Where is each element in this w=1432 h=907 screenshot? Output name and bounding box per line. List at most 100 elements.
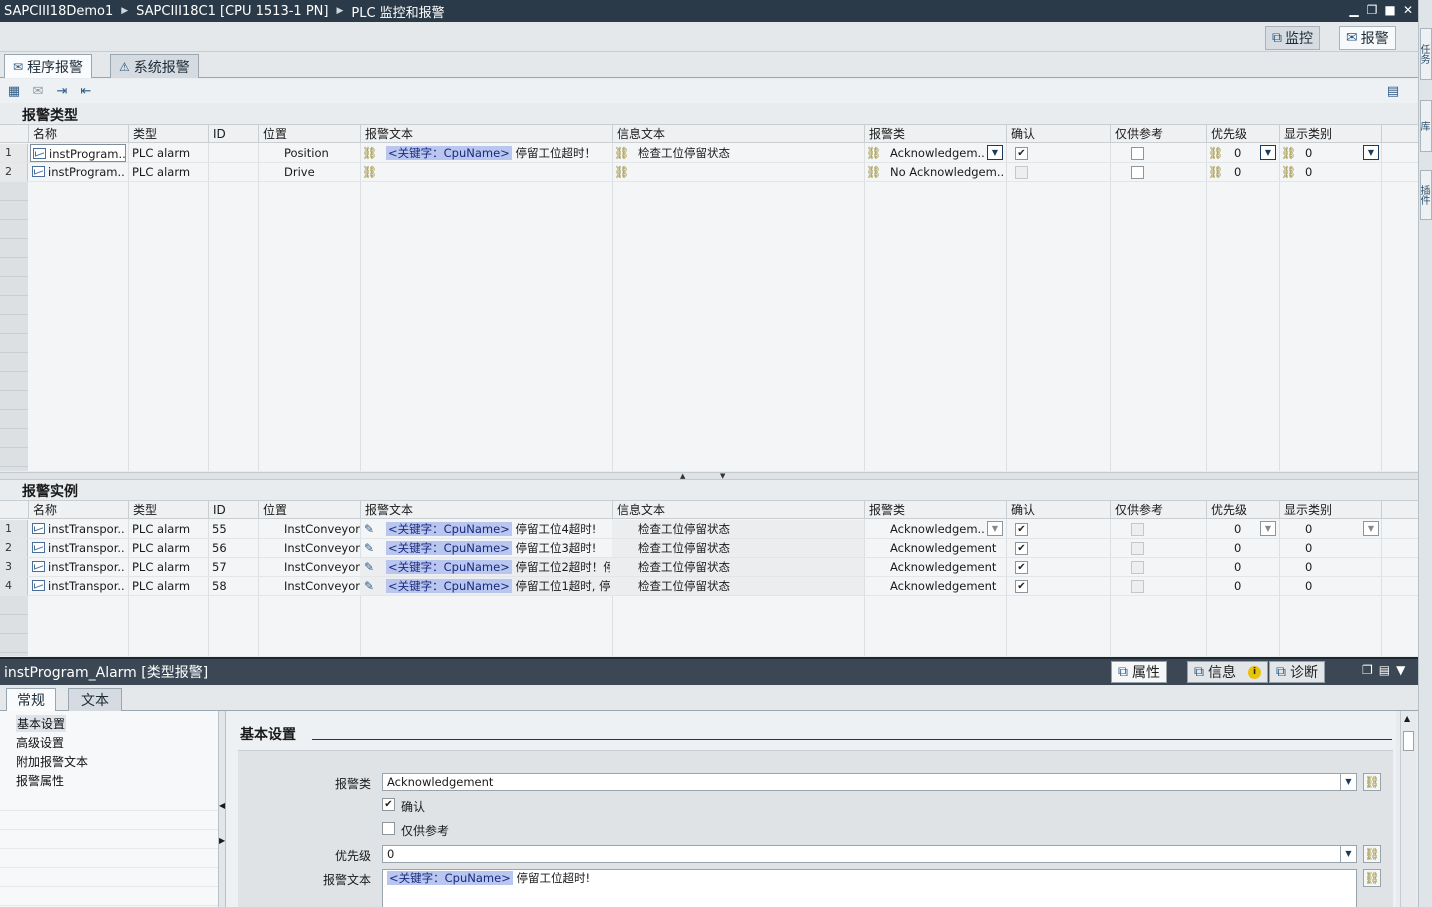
link-icon[interactable]: ⛓ <box>1208 146 1223 160</box>
name-cell[interactable]: instTranspor... <box>30 558 126 576</box>
ack-checkbox[interactable]: ✔ <box>1015 147 1028 160</box>
col-id[interactable]: ID <box>208 125 258 143</box>
chevron-down-icon[interactable]: ▼ <box>1396 663 1405 677</box>
restore-icon[interactable]: ❐ <box>1364 1 1380 19</box>
link-icon[interactable]: ⛓ <box>614 165 629 179</box>
link-icon[interactable]: ⛓ <box>1363 773 1381 791</box>
alarm-text-cell[interactable]: <关键字：CpuName> 停留工位3超时! <box>386 539 610 557</box>
nav-alarm-attributes[interactable]: 报警属性 <box>16 772 64 789</box>
ack-checkbox[interactable]: ✔ <box>1015 580 1028 593</box>
link-icon[interactable]: ⛓ <box>866 146 881 160</box>
chevron-up-icon[interactable]: ▲ <box>1404 714 1410 723</box>
col-alarm-text[interactable]: 报警文本 <box>360 125 612 143</box>
nav-advanced-settings[interactable]: 高级设置 <box>16 734 64 751</box>
chevron-right-icon[interactable]: ▶ <box>219 836 225 845</box>
name-cell[interactable]: instTranspor... <box>30 577 126 595</box>
alarm-text-cell[interactable]: <关键字：CpuName> 停留工位4超时! <box>386 520 610 538</box>
alarm-text-cell[interactable]: <关键字：CpuName> 停留工位1超时, 停留 <box>386 577 610 595</box>
link-icon[interactable]: ⛓ <box>1208 165 1223 179</box>
chevron-down-icon[interactable]: ▼ <box>1363 145 1379 160</box>
tab-program-alarms[interactable]: ✉ 程序报警 <box>4 54 93 78</box>
link-icon[interactable]: ⛓ <box>1363 869 1381 887</box>
tab-info[interactable]: ⧉ 信息 i <box>1187 661 1268 683</box>
properties-scrollbar[interactable]: ▲ <box>1400 711 1416 907</box>
chevron-down-icon[interactable]: ▼ <box>1340 774 1356 790</box>
priority-select[interactable]: 0 ▼ <box>382 845 1357 863</box>
edit-text-icon[interactable]: ✎ <box>362 541 376 555</box>
name-cell[interactable]: instProgram... <box>30 163 126 181</box>
link-icon[interactable]: ⛓ <box>362 146 377 160</box>
table-row[interactable]: 4 instTranspor... PLC alarm 58 InstConve… <box>0 577 1418 596</box>
alarm-class-select[interactable]: Acknowledgement ▼ <box>382 773 1357 791</box>
tab-texts[interactable]: 文本 <box>68 688 122 711</box>
col-ack[interactable]: 确认 <box>1006 125 1110 143</box>
nav-scrollbar[interactable]: ◀ ▶ <box>219 711 226 907</box>
tab-system-alarms[interactable]: ⚠ 系统报警 <box>110 54 199 78</box>
layout-icon[interactable]: ▤ <box>1384 82 1402 100</box>
collapse-up-icon[interactable]: ▲ <box>680 472 685 480</box>
col-ack[interactable]: 确认 <box>1006 501 1110 519</box>
scroll-thumb[interactable] <box>1403 731 1414 751</box>
col-location[interactable]: 位置 <box>258 501 360 519</box>
link-icon[interactable]: ⛓ <box>362 165 377 179</box>
import-icon[interactable]: ⇤ <box>77 82 95 100</box>
alarm-text-cell[interactable]: <关键字：CpuName> 停留工位2超时！停留 <box>386 558 610 576</box>
col-location[interactable]: 位置 <box>258 125 360 143</box>
tab-general[interactable]: 常规 <box>6 688 56 711</box>
breadcrumb-project[interactable]: SAPCIII18Demo1 <box>4 4 113 19</box>
col-reference[interactable]: 仅供参考 <box>1110 125 1206 143</box>
tab-monitor[interactable]: ⧉ 监控 <box>1265 26 1320 50</box>
restore-icon[interactable]: ❐ <box>1362 663 1373 677</box>
tab-alarms[interactable]: ✉ 报警 <box>1339 26 1396 50</box>
col-name[interactable]: 名称 <box>28 501 128 519</box>
chevron-left-icon[interactable]: ◀ <box>219 801 225 810</box>
ack-checkbox[interactable]: ✔ <box>1015 523 1028 536</box>
name-cell[interactable]: instProgram... <box>30 144 126 162</box>
reference-checkbox[interactable] <box>1131 561 1144 574</box>
chevron-down-icon[interactable]: ▼ <box>1340 846 1356 862</box>
minimize-icon[interactable]: ▁ <box>1346 1 1362 19</box>
ack-checkbox[interactable]: ✔ <box>1015 561 1028 574</box>
col-alarm-class[interactable]: 报警类 <box>864 501 1006 519</box>
table-row[interactable]: 2 instProgram... PLC alarm Drive ⛓ ⛓ ⛓ N… <box>0 163 1418 182</box>
ack-checkbox[interactable]: ✔ <box>1015 542 1028 555</box>
close-icon[interactable]: ✕ <box>1400 1 1416 19</box>
maximize-icon[interactable]: ■ <box>1382 1 1398 19</box>
hex-display-icon[interactable]: ▦ <box>5 82 23 100</box>
tab-tasks[interactable]: 任务 <box>1418 28 1432 80</box>
reference-checkbox[interactable] <box>1131 147 1144 160</box>
col-alarm-text[interactable]: 报警文本 <box>360 501 612 519</box>
col-info-text[interactable]: 信息文本 <box>612 125 864 143</box>
nav-additional-texts[interactable]: 附加报警文本 <box>16 753 88 770</box>
chevron-down-icon[interactable]: ▼ <box>1363 521 1379 536</box>
tab-diagnostics[interactable]: ⧉ 诊断 <box>1269 661 1325 683</box>
chevron-down-icon[interactable]: ▼ <box>1260 145 1276 160</box>
alarm-text-field[interactable]: <关键字：CpuName> 停留工位超时! <box>382 869 1357 907</box>
breadcrumb-device[interactable]: SAPCIII18C1 [CPU 1513-1 PN] <box>136 4 328 19</box>
link-icon[interactable]: ⛓ <box>1281 165 1296 179</box>
pane-splitter[interactable]: ▲ ▼ <box>0 472 1418 480</box>
table-row[interactable]: 3 instTranspor... PLC alarm 57 InstConve… <box>0 558 1418 577</box>
ack-checkbox[interactable]: ✔ <box>382 798 395 811</box>
chevron-down-icon[interactable]: ▼ <box>1260 521 1276 536</box>
mail-icon[interactable]: ✉ <box>29 82 47 100</box>
tab-properties[interactable]: ⧉ 属性 <box>1111 661 1167 683</box>
edit-text-icon[interactable]: ✎ <box>362 522 376 536</box>
reference-checkbox[interactable] <box>1131 166 1144 179</box>
collapse-down-icon[interactable]: ▼ <box>720 472 725 480</box>
chevron-down-icon[interactable]: ▼ <box>987 521 1003 536</box>
name-cell[interactable]: instTranspor... <box>30 520 126 538</box>
export-icon[interactable]: ⇥ <box>53 82 71 100</box>
edit-text-icon[interactable]: ✎ <box>362 579 376 593</box>
col-alarm-class[interactable]: 报警类 <box>864 125 1006 143</box>
col-info-text[interactable]: 信息文本 <box>612 501 864 519</box>
col-name[interactable]: 名称 <box>28 125 128 143</box>
table-row[interactable]: 1 instTranspor... PLC alarm 55 InstConve… <box>0 520 1418 539</box>
edit-text-icon[interactable]: ✎ <box>362 560 376 574</box>
nav-basic-settings[interactable]: 基本设置 <box>16 715 67 732</box>
link-icon[interactable]: ⛓ <box>614 146 629 160</box>
chevron-down-icon[interactable]: ▼ <box>987 145 1003 160</box>
col-display-class[interactable]: 显示类别 <box>1279 501 1381 519</box>
alarm-text-cell[interactable]: <关键字：CpuName> 停留工位超时！ <box>386 144 596 162</box>
reference-checkbox[interactable] <box>1131 542 1144 555</box>
